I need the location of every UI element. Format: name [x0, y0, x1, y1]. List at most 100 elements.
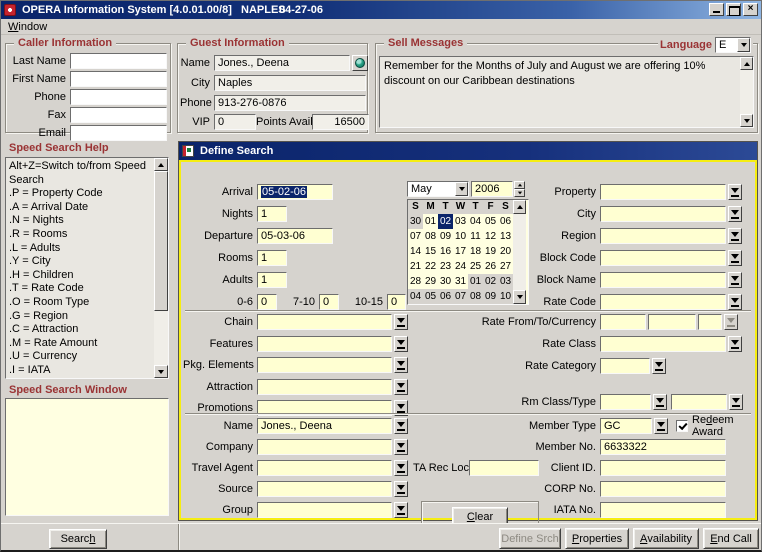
city-field[interactable] — [600, 206, 726, 222]
scrollbar-track[interactable] — [740, 70, 753, 114]
rate-code-field[interactable] — [600, 294, 726, 310]
lov-button[interactable] — [728, 336, 742, 352]
block-name-field[interactable] — [600, 272, 726, 288]
region-field[interactable] — [600, 228, 726, 244]
rate-currency-field[interactable] — [698, 314, 722, 330]
lov-button[interactable] — [394, 357, 408, 373]
end-call-button[interactable]: End Call — [703, 528, 759, 549]
corp-no-field[interactable] — [600, 481, 726, 497]
maximize-button[interactable] — [726, 3, 741, 16]
guest-vip-field[interactable]: 0 — [214, 114, 256, 130]
minimize-button[interactable] — [709, 3, 724, 16]
lov-button[interactable] — [394, 314, 408, 330]
iata-no-field[interactable] — [600, 502, 726, 518]
name-field[interactable]: Jones., Deena — [257, 418, 392, 434]
lov-button[interactable] — [728, 272, 742, 288]
age-0-6-field[interactable]: 0 — [257, 294, 277, 310]
lov-button[interactable] — [652, 358, 666, 374]
scrollbar-track[interactable] — [154, 311, 168, 365]
lov-button[interactable] — [654, 418, 668, 434]
calendar-day[interactable]: 29 — [423, 274, 438, 289]
arrival-field[interactable]: 05-02-06 — [257, 184, 333, 200]
redeem-award-checkbox[interactable] — [676, 420, 688, 432]
globe-button[interactable] — [352, 55, 368, 71]
age-10-15-field[interactable]: 0 — [387, 294, 406, 310]
lov-button[interactable] — [394, 502, 408, 518]
help-scrollbar[interactable] — [154, 158, 168, 378]
age-7-10-field[interactable]: 0 — [319, 294, 339, 310]
scroll-up-icon[interactable] — [740, 57, 753, 70]
nights-field[interactable]: 1 — [257, 206, 287, 222]
adults-field[interactable]: 1 — [257, 272, 287, 288]
search-button[interactable]: Search — [49, 529, 107, 549]
menu-window[interactable]: Window — [8, 21, 47, 33]
calendar-day[interactable]: 04 — [408, 289, 423, 304]
calendar-day[interactable]: 21 — [408, 259, 423, 274]
lov-button[interactable] — [394, 481, 408, 497]
lov-button[interactable] — [394, 379, 408, 395]
lov-button[interactable] — [729, 394, 743, 410]
lov-button[interactable] — [728, 206, 742, 222]
scroll-down-icon[interactable] — [154, 365, 168, 378]
guest-city-field[interactable]: Naples — [214, 75, 366, 91]
language-select[interactable]: E — [715, 37, 751, 53]
rate-class-field[interactable] — [600, 336, 726, 352]
rate-to-field[interactable] — [648, 314, 696, 330]
availability-button[interactable]: Availability — [633, 528, 699, 549]
rm-type-field[interactable] — [671, 394, 727, 410]
client-id-field[interactable] — [600, 460, 726, 476]
scroll-down-icon[interactable] — [740, 114, 753, 127]
property-field[interactable] — [600, 184, 726, 200]
sell-message-scrollbar[interactable] — [740, 57, 753, 127]
attraction-field[interactable] — [257, 379, 392, 395]
calendar-day[interactable]: 14 — [408, 244, 423, 259]
source-field[interactable] — [257, 481, 392, 497]
speed-search-window[interactable] — [5, 398, 169, 516]
lov-button[interactable] — [653, 394, 667, 410]
first-name-field[interactable] — [70, 71, 167, 87]
close-button[interactable]: × — [743, 3, 758, 16]
field-label: Features — [183, 338, 253, 350]
chevron-down-icon[interactable] — [737, 38, 750, 52]
rate-from-field[interactable] — [600, 314, 646, 330]
scroll-up-icon[interactable] — [154, 158, 168, 171]
company-field[interactable] — [257, 439, 392, 455]
rate-category-field[interactable] — [600, 358, 650, 374]
last-name-field[interactable] — [70, 53, 167, 69]
rm-class-field[interactable] — [600, 394, 651, 410]
calendar-day[interactable]: 22 — [423, 259, 438, 274]
group-field[interactable] — [257, 502, 392, 518]
features-field[interactable] — [257, 336, 392, 352]
lov-button[interactable] — [394, 418, 408, 434]
lov-button[interactable] — [728, 228, 742, 244]
travel-agent-field[interactable] — [257, 460, 392, 476]
rooms-field[interactable]: 1 — [257, 250, 287, 266]
lov-button[interactable] — [728, 250, 742, 266]
guest-phone-field[interactable]: 913-276-0876 — [214, 95, 366, 111]
calendar-day[interactable]: 28 — [408, 274, 423, 289]
calendar-day[interactable]: 15 — [423, 244, 438, 259]
calendar-day[interactable]: 01 — [423, 214, 438, 229]
calendar-day[interactable]: 07 — [408, 229, 423, 244]
phone-field[interactable] — [70, 89, 167, 105]
lov-button[interactable] — [394, 336, 408, 352]
calendar-day[interactable]: 30 — [408, 214, 423, 229]
points-avail-field[interactable]: 16500 — [312, 114, 369, 130]
chain-field[interactable] — [257, 314, 392, 330]
pkg-elements-field[interactable] — [257, 357, 392, 373]
lov-button[interactable] — [394, 439, 408, 455]
lov-button[interactable] — [394, 460, 408, 476]
lov-button[interactable] — [728, 294, 742, 310]
properties-button[interactable]: Properties — [565, 528, 629, 549]
departure-field[interactable]: 05-03-06 — [257, 228, 333, 244]
fax-field[interactable] — [70, 107, 167, 123]
calendar-day[interactable]: 08 — [423, 229, 438, 244]
guest-name-field[interactable]: Jones., Deena — [214, 55, 350, 71]
block-code-field[interactable] — [600, 250, 726, 266]
calendar-day[interactable]: 05 — [423, 289, 438, 304]
member-no-field[interactable]: 6633322 — [600, 439, 726, 455]
lov-button[interactable] — [728, 184, 742, 200]
scrollbar-thumb[interactable] — [154, 171, 168, 311]
email-field[interactable] — [70, 125, 167, 141]
member-type-field[interactable]: GC — [600, 418, 652, 434]
